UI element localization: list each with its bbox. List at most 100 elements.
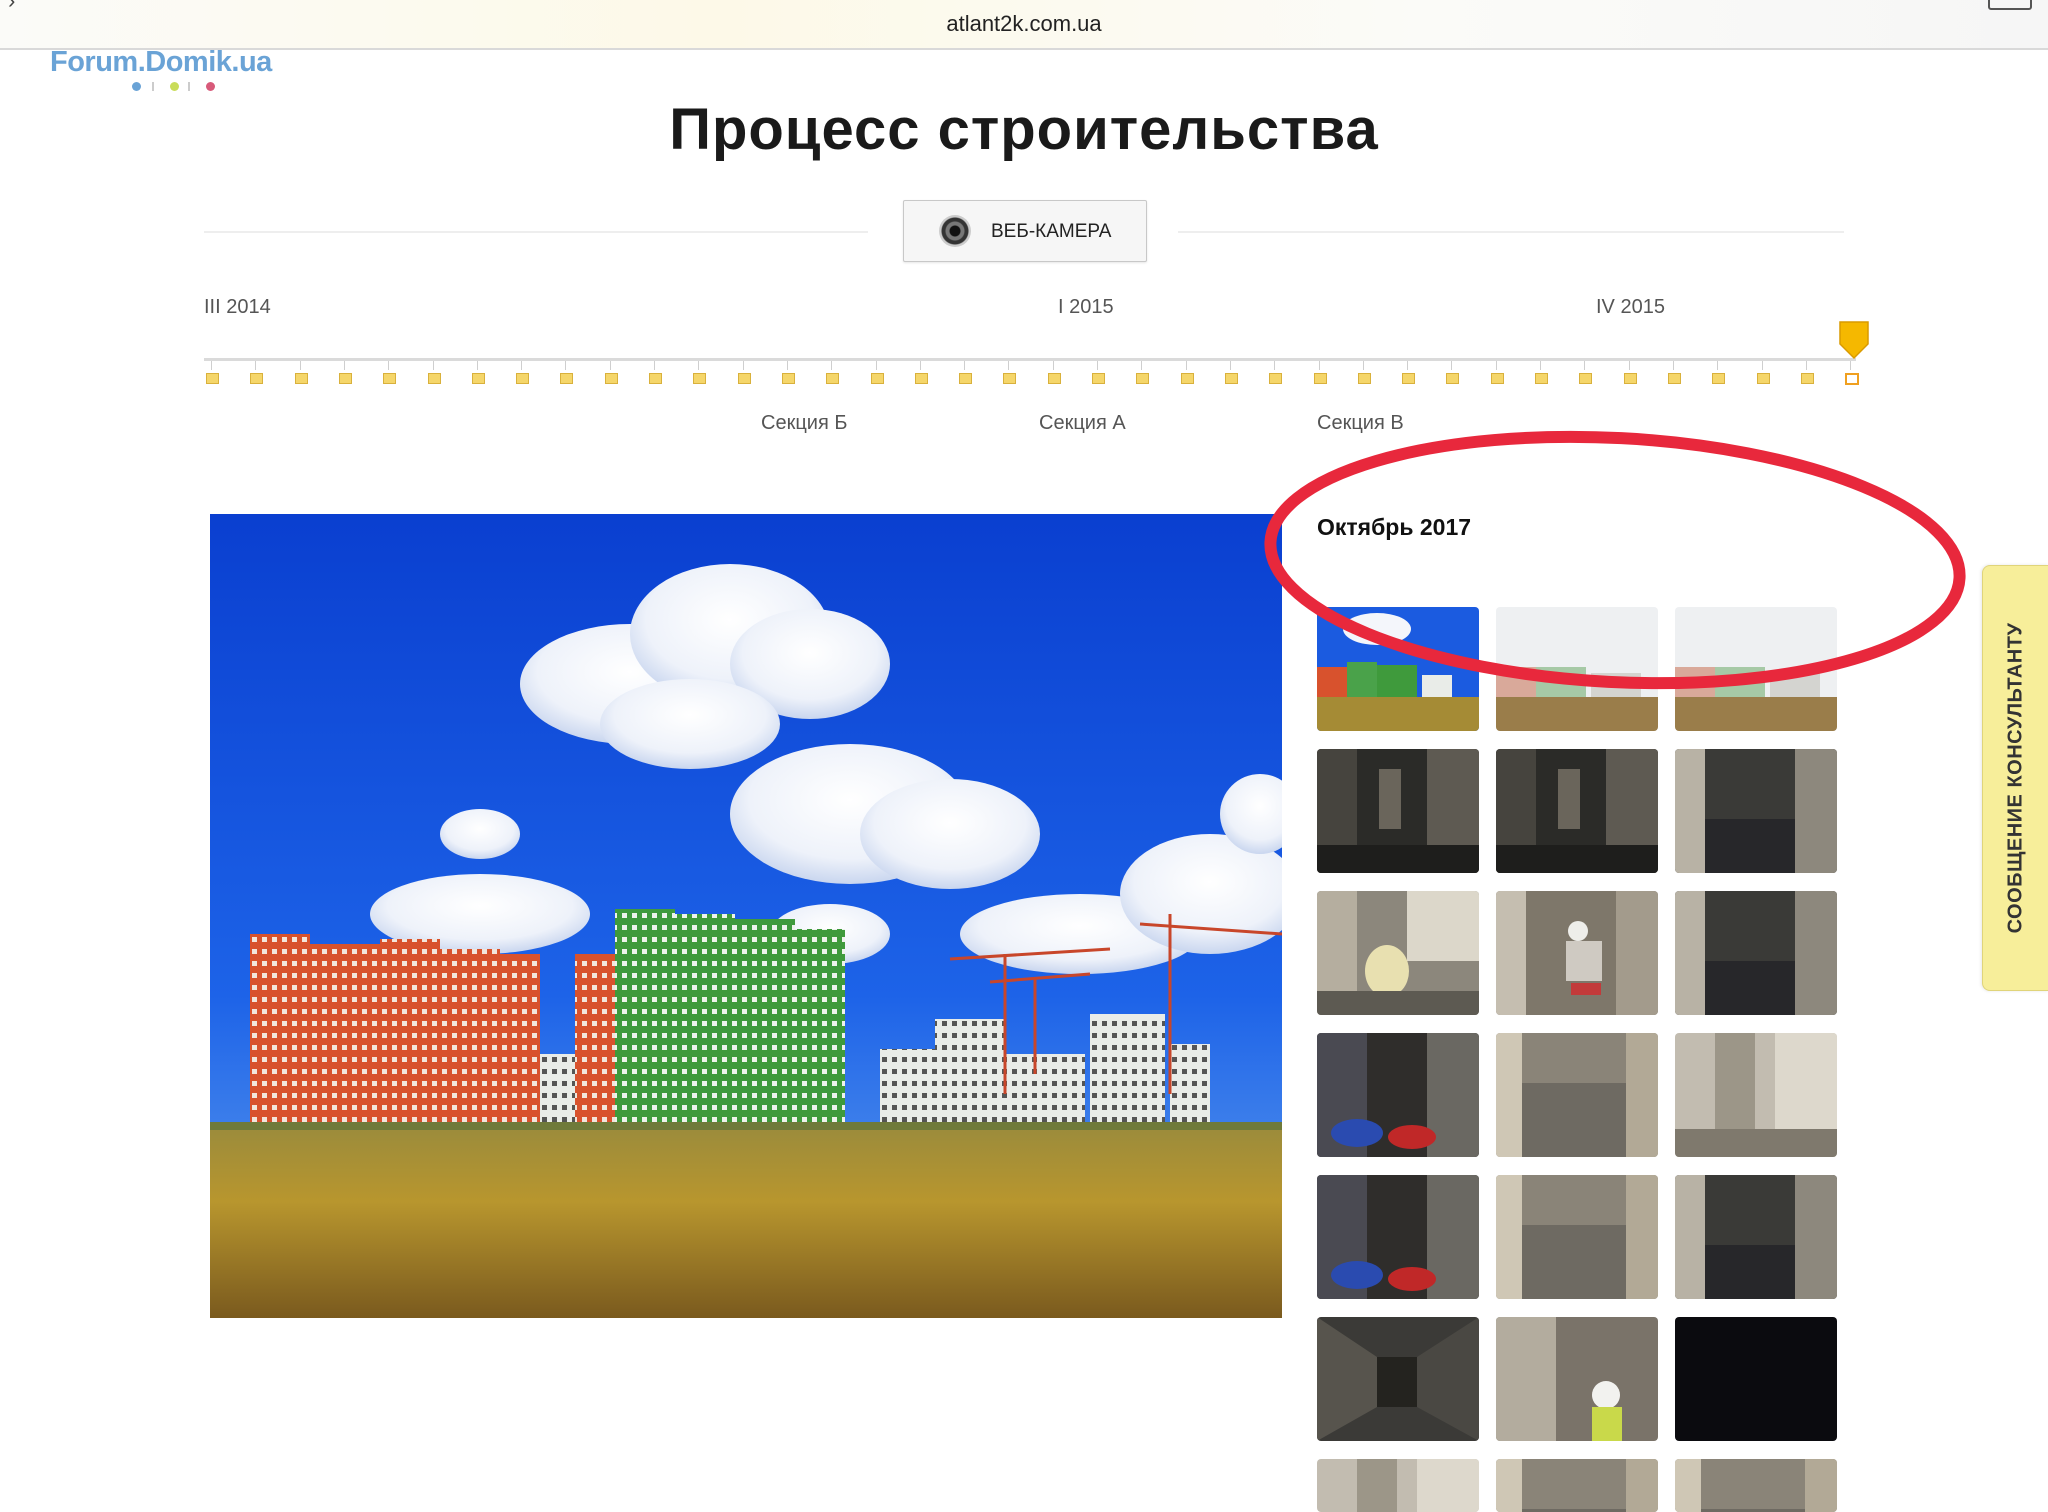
timeline-point-active[interactable] [1845,373,1860,385]
gallery-thumbnail[interactable] [1675,1033,1837,1157]
timeline-point[interactable] [914,373,928,384]
gallery-thumbnail[interactable] [1496,1459,1658,1512]
timeline-tick [476,361,478,370]
gallery-thumbnail[interactable] [1317,1033,1479,1157]
timeline-point[interactable] [870,373,884,384]
timeline-tick [1008,361,1010,370]
timeline-tick [1761,361,1763,370]
timeline-point[interactable] [1446,373,1460,384]
gallery-thumbnail[interactable] [1317,1175,1479,1299]
timeline-point[interactable] [1047,373,1061,384]
timeline-point[interactable] [1003,373,1017,384]
timeline-point[interactable] [471,373,485,384]
timeline-tick [299,361,301,370]
timeline-point[interactable] [1402,373,1416,384]
timeline-point[interactable] [427,373,441,384]
gallery-thumbnail[interactable] [1675,749,1837,873]
url-text[interactable]: atlant2k.com.ua [0,11,2048,37]
gallery-thumbnail[interactable] [1317,1317,1479,1441]
gallery-thumbnail[interactable] [1496,607,1658,731]
gallery-thumbnail[interactable] [1675,607,1837,731]
timeline-tick [1495,361,1497,370]
timeline-point[interactable] [604,373,618,384]
section-label-v[interactable]: Секция В [1317,412,1404,435]
timeline-tick [1318,361,1320,370]
timeline-point[interactable] [1180,373,1194,384]
timeline-point[interactable] [560,373,574,384]
timeline-tick [786,361,788,370]
timeline-tick [1805,361,1807,370]
gallery-thumbnail[interactable] [1496,891,1658,1015]
main-construction-photo[interactable] [210,514,1282,1318]
timeline-tick [964,361,966,370]
timeline-point[interactable] [206,373,219,384]
section-label-a[interactable]: Секция А [1039,412,1126,435]
timeline-point[interactable] [693,373,707,384]
timeline-point[interactable] [1535,373,1548,384]
gallery-thumbnail[interactable] [1675,1317,1837,1441]
gallery-thumbnail[interactable] [1675,891,1837,1015]
gallery-thumbnail[interactable] [1317,749,1479,873]
timeline-tick [609,361,611,370]
camera-icon [939,215,971,247]
timeline-tick [1717,361,1719,370]
gallery-thumbnail[interactable] [1496,1175,1658,1299]
logo-dots [132,80,222,94]
timeline-point[interactable] [1269,373,1283,384]
timeline-tick [919,361,921,370]
timeline-tick [1229,361,1231,370]
timeline-tick [211,361,212,370]
timeline-point[interactable] [1224,373,1238,384]
timeline-tick [521,361,523,370]
timeline-point[interactable] [737,373,751,384]
timeline-point[interactable] [1490,373,1504,384]
timeline-point[interactable] [516,373,530,384]
browser-address-bar[interactable]: › atlant2k.com.ua [0,0,2048,50]
consultant-message-tab[interactable]: СООБЩЕНИЕ КОНСУЛЬТАНТУ [1982,565,2048,991]
gallery-thumbnail[interactable] [1675,1459,1837,1512]
section-label-b[interactable]: Секция Б [761,412,847,435]
timeline-tick [255,361,257,370]
timeline-point[interactable] [959,373,973,384]
timeline-point[interactable] [1092,373,1105,384]
timeline-point[interactable] [1357,373,1371,384]
page-title: Процесс строительства [669,97,1379,162]
timeline-point[interactable] [1756,373,1770,384]
gallery-thumbnail[interactable] [1496,1317,1658,1441]
gallery-thumbnail[interactable] [1496,1033,1658,1157]
timeline-tick [1850,361,1852,370]
gallery-thumbnail[interactable] [1317,891,1479,1015]
consultant-tab-label: СООБЩЕНИЕ КОНСУЛЬТАНТУ [2004,622,2027,934]
timeline-marker-icon[interactable] [1838,320,1870,360]
timeline-point[interactable] [826,373,840,384]
forum-logo: Forum.Domik.ua [50,46,272,78]
gallery-thumbnail[interactable] [1496,749,1658,873]
timeline-point[interactable] [649,373,662,384]
gallery-thumbnail[interactable] [1317,1459,1479,1512]
timeline-point[interactable] [1623,373,1637,384]
timeline-tick [1540,361,1541,370]
timeline-point[interactable] [383,373,397,384]
timeline-point[interactable] [250,373,264,384]
timeline-point[interactable] [1579,373,1593,384]
timeline-tick [1185,361,1187,370]
timeline-point[interactable] [1800,373,1814,384]
timeline-tick [1584,361,1586,370]
gallery-thumbnail[interactable] [1675,1175,1837,1299]
timeline-tick [698,361,700,370]
timeline-tick [742,361,744,370]
timeline-point[interactable] [1136,373,1150,384]
divider-left [204,231,868,233]
webcam-button[interactable]: ВЕБ-КАМЕРА [903,200,1147,262]
gallery-thumbnail[interactable] [1317,607,1479,731]
timeline-year-label: III 2014 [204,296,271,318]
timeline-point[interactable] [1667,373,1681,384]
timeline-point[interactable] [338,373,352,384]
timeline-point[interactable] [1313,373,1327,384]
timeline-track [204,358,1856,361]
timeline-tick [654,361,655,370]
timeline-tick [1097,361,1098,370]
timeline-point[interactable] [294,373,308,384]
timeline-point[interactable] [781,373,795,384]
timeline-point[interactable] [1712,373,1726,384]
